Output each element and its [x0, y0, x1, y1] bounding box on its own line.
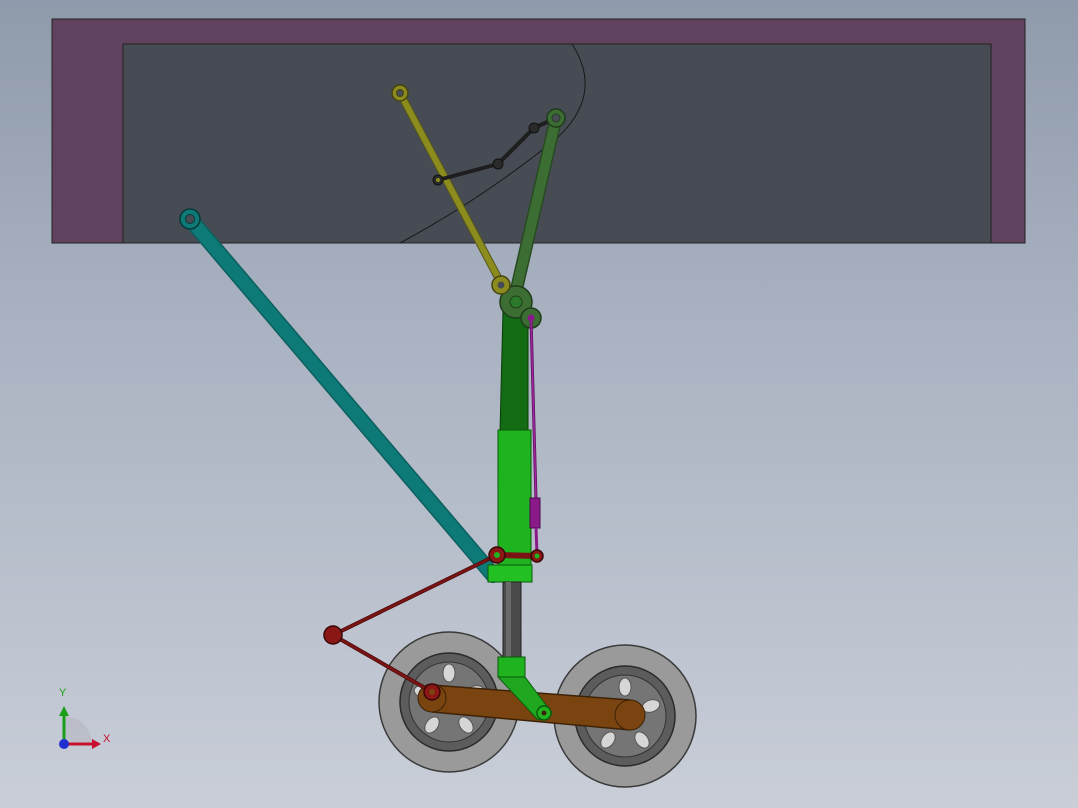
- triad-y-arrow: [59, 706, 69, 716]
- triad-plane-shading: [64, 716, 92, 744]
- linkage-apex-joint[interactable]: [323, 625, 343, 645]
- triad-y-label: Y: [59, 687, 67, 699]
- drag-strut[interactable]: [179, 208, 501, 583]
- shock-piston[interactable]: [502, 581, 522, 661]
- actuator-body[interactable]: [529, 497, 541, 529]
- cad-viewport[interactable]: X Y: [0, 0, 1078, 808]
- main-strut-cylinder[interactable]: [487, 309, 533, 583]
- landing-gear-assembly-drawing[interactable]: [0, 0, 1078, 808]
- orientation-triad: [59, 706, 101, 749]
- triad-x-label: X: [103, 733, 111, 745]
- lock-joint[interactable]: [528, 122, 540, 134]
- lock-joint[interactable]: [492, 158, 504, 170]
- strut-collar[interactable]: [487, 564, 533, 583]
- triad-x-arrow: [92, 739, 101, 749]
- wheel-bay-interior[interactable]: [122, 43, 992, 244]
- triad-z-axis: [59, 739, 69, 749]
